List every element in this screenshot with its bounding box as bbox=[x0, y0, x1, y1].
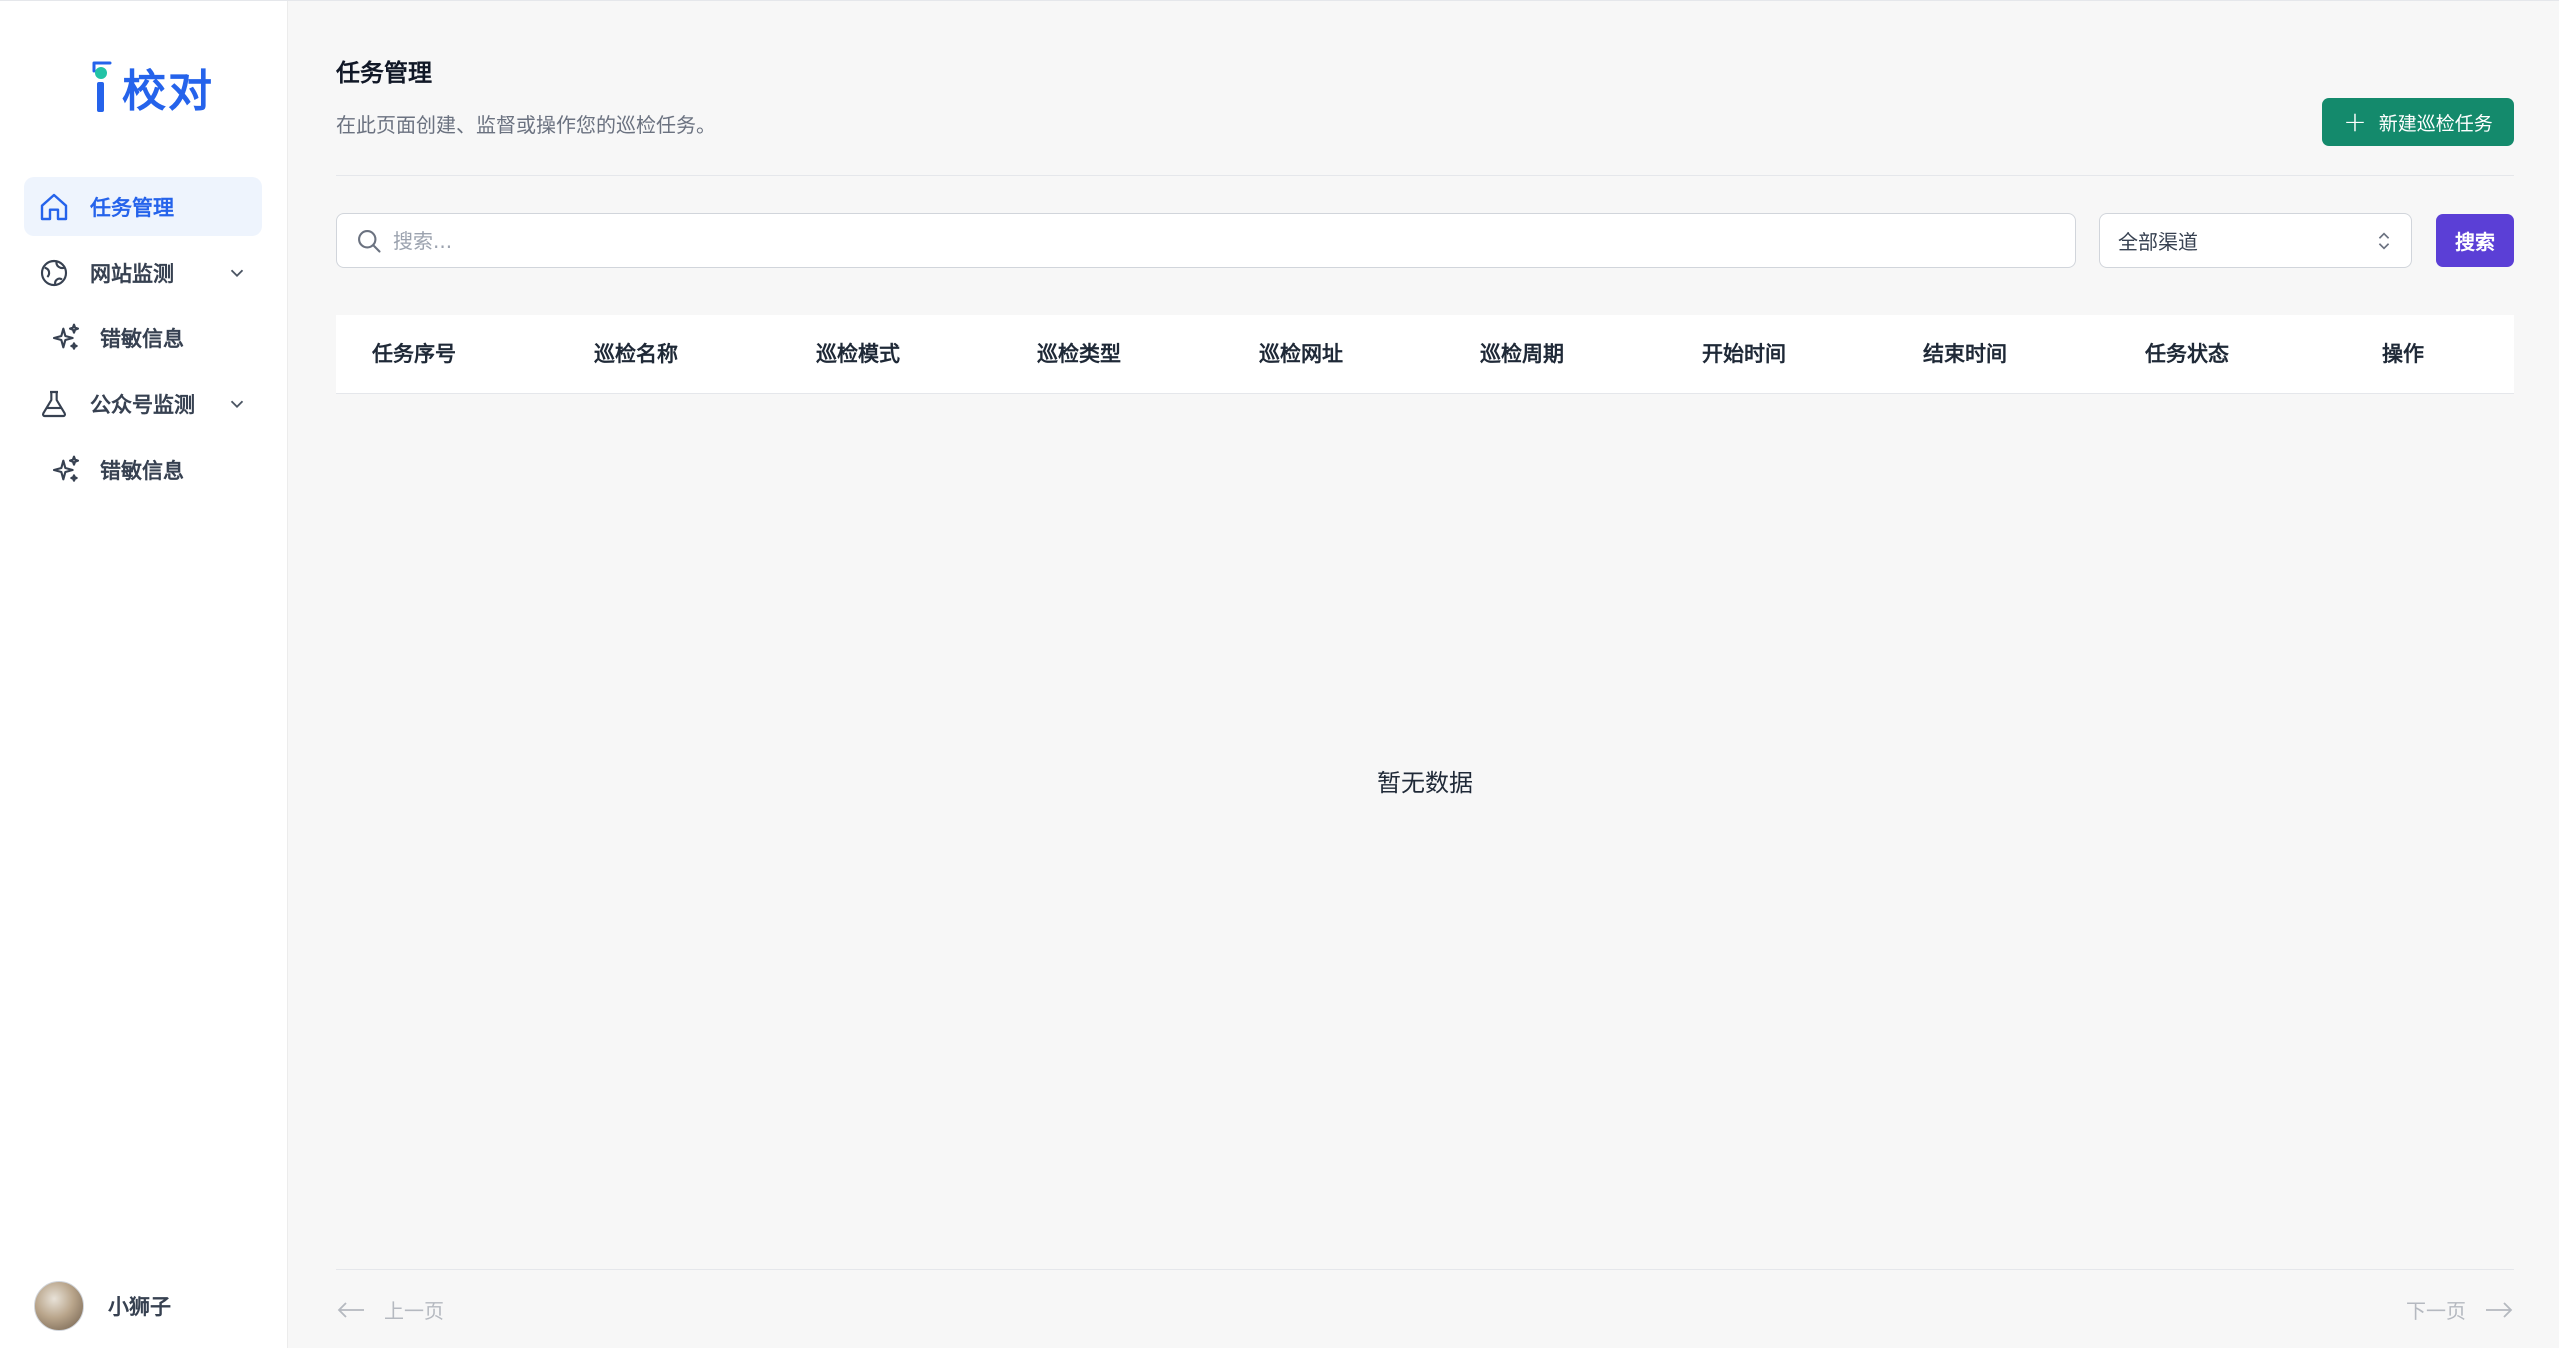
sparkles-icon bbox=[48, 320, 84, 356]
previous-page-label: 上一页 bbox=[384, 1299, 444, 1323]
search-icon bbox=[358, 229, 381, 253]
chevron-down-icon[interactable] bbox=[226, 393, 248, 415]
user-profile[interactable]: 小狮子 bbox=[34, 1281, 171, 1331]
chevron-up-down-icon bbox=[2378, 232, 2390, 250]
new-button-label: 新建巡检任务 bbox=[2378, 112, 2493, 135]
column-header: 操作 bbox=[2382, 342, 2424, 366]
sidebar-item-label: 错敏信息 bbox=[100, 326, 184, 351]
chevron-down-icon[interactable] bbox=[226, 262, 248, 284]
column-header[interactable]: 巡检名称 bbox=[594, 315, 678, 394]
new-inspection-task-button[interactable]: + 新建巡检任务 bbox=[2322, 98, 2514, 146]
channel-select[interactable]: 全部渠道 bbox=[2099, 213, 2412, 268]
sidebar-item-sensitive-info-account[interactable]: 错敏信息 bbox=[24, 440, 262, 499]
page-description: 在此页面创建、监督或操作您的巡检任务。 bbox=[336, 113, 716, 137]
column-header[interactable]: 巡检周期 bbox=[1480, 315, 1564, 394]
channel-select-value: 全部渠道 bbox=[2118, 230, 2198, 254]
column-header[interactable]: 开始时间 bbox=[1702, 315, 1786, 394]
arrow-right-icon bbox=[2486, 1301, 2513, 1318]
sidebar: 校对 任务管理 网站监测 错敏信息 公众号监测 错敏信息 小狮子 bbox=[0, 1, 288, 1348]
next-page-label: 下一页 bbox=[2406, 1299, 2466, 1323]
column-header[interactable]: 结束时间 bbox=[1923, 315, 2007, 394]
pagination-divider bbox=[336, 1269, 2514, 1270]
column-header[interactable]: 巡检模式 bbox=[816, 315, 900, 394]
flask-icon bbox=[36, 386, 72, 422]
column-header[interactable]: 巡检网址 bbox=[1259, 315, 1343, 394]
table-header: 任务序号 巡检名称 巡检模式 巡检类型 巡检网址 巡检周期 开始时间 结束时间 … bbox=[336, 315, 2514, 394]
header-divider bbox=[336, 175, 2514, 176]
sidebar-item-label: 错敏信息 bbox=[100, 458, 184, 483]
next-page-button[interactable]: 下一页 bbox=[2406, 1295, 2514, 1324]
arrow-left-icon bbox=[337, 1301, 364, 1318]
home-icon bbox=[36, 189, 72, 225]
sidebar-item-task-management[interactable]: 任务管理 bbox=[24, 177, 262, 236]
avatar[interactable] bbox=[34, 1281, 84, 1331]
sidebar-item-website-monitor[interactable]: 网站监测 bbox=[24, 243, 262, 302]
logo-text: 校对 bbox=[122, 66, 214, 117]
previous-page-button[interactable]: 上一页 bbox=[336, 1295, 444, 1324]
empty-state: 暂无数据 bbox=[1377, 769, 1473, 797]
app-root: 校对 任务管理 网站监测 错敏信息 公众号监测 错敏信息 小狮子 任务管理 在此… bbox=[0, 0, 2559, 1348]
sidebar-item-label: 网站监测 bbox=[90, 261, 174, 286]
page-title: 任务管理 bbox=[336, 59, 432, 87]
sparkles-icon bbox=[48, 452, 84, 488]
sidebar-item-label: 任务管理 bbox=[90, 195, 174, 220]
search-button[interactable]: 搜索 bbox=[2436, 214, 2514, 267]
logo-icon bbox=[92, 61, 112, 112]
user-name: 小狮子 bbox=[108, 1295, 171, 1319]
search-box[interactable] bbox=[336, 213, 2076, 268]
column-header[interactable]: 任务状态 bbox=[2145, 315, 2229, 394]
globe-icon bbox=[36, 255, 72, 291]
main-content: 任务管理 在此页面创建、监督或操作您的巡检任务。 + 新建巡检任务 全部渠道 搜… bbox=[336, 1, 2514, 1348]
search-input[interactable] bbox=[393, 228, 2053, 253]
sidebar-item-official-account-monitor[interactable]: 公众号监测 bbox=[24, 374, 262, 433]
plus-icon: + bbox=[2343, 105, 2367, 138]
column-header[interactable]: 任务序号 bbox=[372, 315, 456, 394]
app-logo[interactable]: 校对 bbox=[84, 55, 214, 119]
column-header[interactable]: 巡检类型 bbox=[1037, 315, 1121, 394]
sidebar-item-sensitive-info-website[interactable]: 错敏信息 bbox=[24, 308, 262, 367]
sidebar-item-label: 公众号监测 bbox=[90, 392, 195, 417]
